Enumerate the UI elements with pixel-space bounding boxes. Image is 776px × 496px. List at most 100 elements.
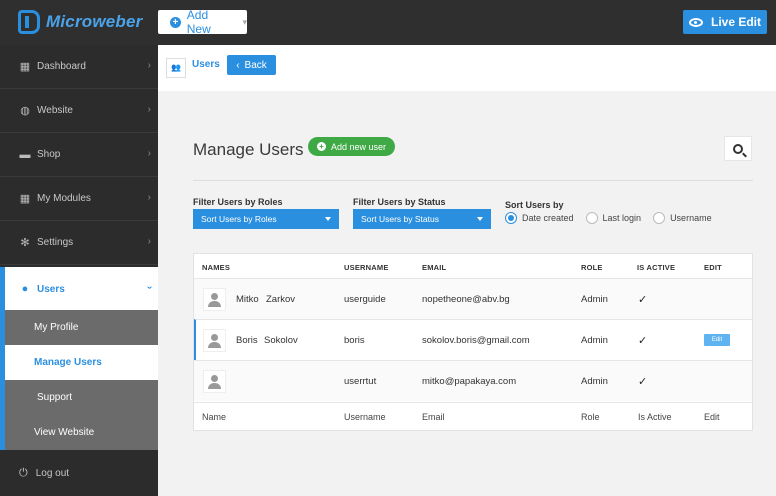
avatar — [203, 329, 226, 352]
sidebar: ▦ Dashboard › ◍ Website › ▬ Shop › ▦ My … — [0, 45, 158, 496]
submenu-label: Manage Users — [34, 357, 102, 368]
plus-icon: + — [170, 16, 181, 28]
add-new-user-button[interactable]: + Add new user — [308, 137, 395, 156]
column-header-is-active: IS ACTIVE — [637, 263, 676, 272]
username: userrtut — [344, 376, 377, 387]
column-header-email: EMAIL — [422, 263, 447, 272]
radio-checked[interactable] — [505, 212, 517, 224]
submenu-my-profile[interactable]: My Profile — [5, 310, 158, 345]
sort-date-created[interactable]: Date created — [505, 212, 574, 224]
sidebar-item-label: Users — [37, 283, 65, 295]
footer-email: Email — [422, 412, 445, 422]
filter-roles-label: Filter Users by Roles — [193, 197, 283, 207]
check-icon: ✓ — [638, 335, 648, 347]
email: mitko@papakaya.com — [422, 376, 517, 387]
avatar — [203, 288, 226, 311]
users-group-icon: 👥 — [166, 58, 186, 78]
sort-last-login[interactable]: Last login — [585, 212, 642, 224]
submenu-manage-users[interactable]: Manage Users — [0, 345, 158, 380]
sort-option-label: Date created — [522, 213, 574, 223]
edit-button[interactable]: Edit — [704, 334, 730, 346]
sidebar-item-my-modules[interactable]: ▦ My Modules › — [0, 177, 158, 221]
submenu-label: View Website — [34, 427, 95, 438]
filter-status-value: Sort Users by Status — [361, 214, 439, 224]
user-icon: ● — [21, 283, 29, 295]
chevron-right-icon: › — [147, 104, 151, 115]
check-icon: ✓ — [638, 294, 648, 306]
breadcrumb: 👥 Users ‹ Back — [158, 45, 776, 91]
table-row[interactable]: userrtut mitko@papakaya.com Admin ✓ — [194, 360, 752, 401]
footer-role: Role — [581, 412, 600, 422]
radio-unchecked[interactable] — [653, 212, 666, 224]
globe-icon: ◍ — [20, 104, 30, 117]
chevron-right-icon: › — [147, 192, 151, 203]
caret-down-icon — [325, 217, 331, 221]
top-bar: Microweber + Add New ▾ Live Edit — [0, 0, 776, 45]
plus-icon: + — [316, 142, 326, 151]
sidebar-item-label: Website — [37, 105, 73, 116]
sidebar-item-label: Dashboard — [37, 61, 86, 72]
dashboard-icon: ▦ — [19, 60, 31, 73]
first-name: Mitko — [236, 294, 259, 305]
page-title: Manage Users — [193, 140, 304, 159]
footer-is-active: Is Active — [638, 412, 672, 422]
sort-options: Date created Last login Username — [505, 212, 724, 224]
live-edit-label: Live Edit — [710, 15, 761, 29]
sort-label: Sort Users by — [505, 200, 564, 210]
sidebar-item-users[interactable]: ● Users › — [0, 267, 158, 311]
table-row[interactable]: Boris Sokolov boris sokolov.boris@gmail.… — [194, 319, 752, 360]
footer-name: Name — [202, 412, 227, 422]
column-header-names: NAMES — [202, 263, 231, 272]
column-header-username: USERNAME — [344, 263, 389, 272]
gear-icon: ✻ — [20, 236, 30, 249]
sidebar-item-label: Shop — [37, 149, 61, 160]
microweber-logo-icon — [18, 10, 40, 34]
radio-unchecked[interactable] — [585, 212, 598, 224]
email: sokolov.boris@gmail.com — [422, 335, 530, 346]
column-header-role: ROLE — [581, 263, 603, 272]
sidebar-item-label: My Modules — [37, 193, 91, 204]
sidebar-item-shop[interactable]: ▬ Shop › — [0, 133, 158, 177]
column-header-edit: EDIT — [704, 263, 722, 272]
chevron-down-icon: ▾ — [242, 16, 247, 27]
logout-button[interactable]: ⏻ Log out — [0, 450, 158, 496]
submenu-view-website[interactable]: View Website — [5, 415, 158, 450]
brand-name: Microweber — [46, 12, 143, 31]
users-table: NAMES USERNAME EMAIL ROLE IS ACTIVE EDIT… — [193, 253, 753, 431]
users-submenu: My Profile Manage Users Support View Web… — [0, 310, 158, 450]
breadcrumb-users[interactable]: Users — [192, 59, 220, 70]
sidebar-item-settings[interactable]: ✻ Settings › — [0, 221, 158, 265]
footer-edit: Edit — [704, 412, 720, 422]
live-edit-button[interactable]: Live Edit — [683, 10, 767, 34]
filter-roles-value: Sort Users by Roles — [201, 214, 277, 224]
email: nopetheone@abv.bg — [422, 294, 510, 305]
back-button[interactable]: ‹ Back — [227, 55, 276, 75]
submenu-label: Support — [37, 392, 73, 403]
back-label: Back — [244, 59, 267, 71]
check-icon: ✓ — [638, 376, 648, 388]
table-row[interactable]: Mitko Zarkov userguide nopetheone@abv.bg… — [194, 278, 752, 319]
submenu-support[interactable]: Support — [5, 380, 158, 415]
search-icon — [733, 143, 743, 154]
sort-username[interactable]: Username — [653, 212, 712, 224]
brand-logo[interactable]: Microweber — [18, 10, 142, 34]
add-new-button[interactable]: + Add New ▾ — [158, 8, 247, 36]
filter-status-select[interactable]: Sort Users by Status — [353, 209, 491, 229]
last-name: Zarkov — [266, 294, 296, 305]
sidebar-item-dashboard[interactable]: ▦ Dashboard › — [0, 45, 158, 89]
power-icon: ⏻ — [19, 466, 28, 479]
filter-roles-select[interactable]: Sort Users by Roles — [193, 209, 339, 229]
last-name: Sokolov — [264, 335, 298, 346]
caret-down-icon — [477, 217, 483, 221]
sort-option-label: Last login — [602, 213, 642, 223]
sidebar-item-website[interactable]: ◍ Website › — [0, 89, 158, 133]
search-button[interactable] — [724, 136, 752, 161]
filter-status-label: Filter Users by Status — [353, 197, 446, 207]
table-footer-divider — [194, 402, 752, 403]
role: Admin — [581, 376, 608, 387]
divider — [193, 180, 753, 181]
first-name: Boris — [236, 335, 258, 346]
sidebar-item-label: Settings — [37, 237, 74, 248]
chevron-down-icon: › — [143, 285, 155, 290]
role: Admin — [581, 294, 608, 305]
